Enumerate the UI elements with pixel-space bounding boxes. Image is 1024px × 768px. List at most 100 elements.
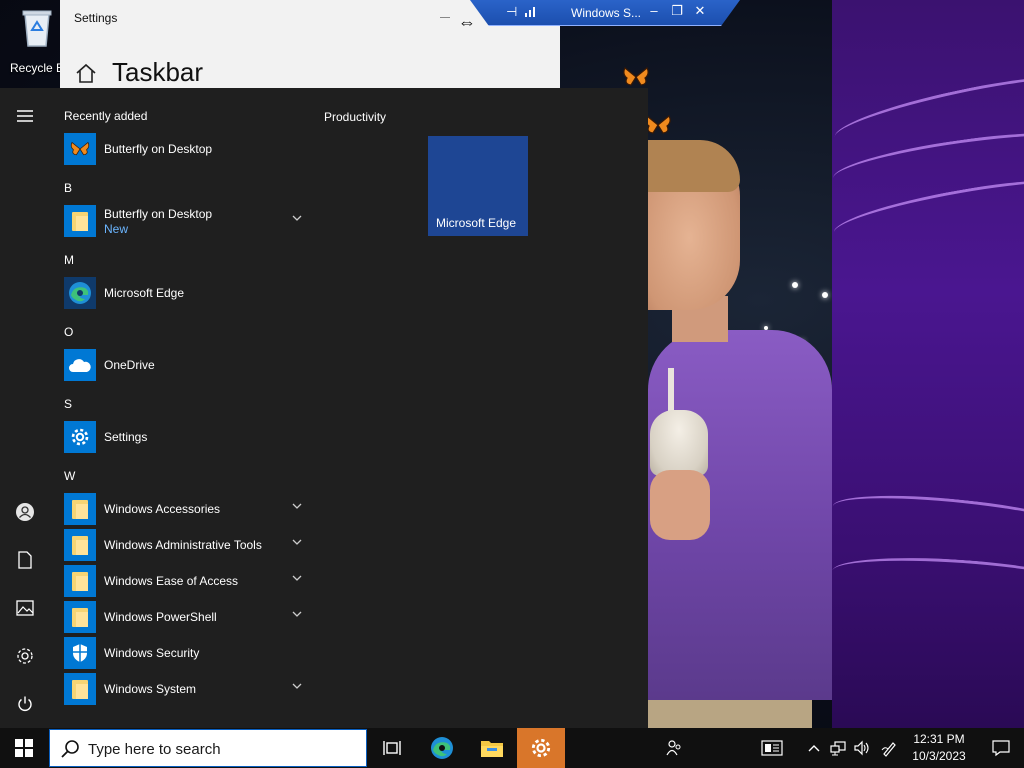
chevron-up-icon[interactable] [804,738,824,758]
app-item-butterfly-folder[interactable]: Butterfly on Desktop New [64,204,304,238]
app-label: Windows Accessories [104,502,221,516]
folder-icon [64,205,96,237]
swoosh [832,550,1024,610]
taskbar: Type here to search 12:31 PM 10/3/2023 [0,728,1024,768]
app-label: OneDrive [104,358,155,372]
remote-title: Windows S... [571,6,642,20]
volume-icon[interactable] [852,738,872,758]
start-button[interactable] [0,728,48,768]
hamburger-menu-icon[interactable] [13,104,37,128]
wallpaper-person-hair [648,140,740,192]
taskbar-edge-button[interactable] [418,728,466,768]
section-letter-s[interactable]: S [64,397,72,411]
power-icon[interactable] [13,692,37,716]
new-badge: New [104,222,129,236]
chevron-down-icon[interactable] [292,681,302,691]
settings-gear-icon[interactable] [13,644,37,668]
search-box[interactable]: Type here to search [49,729,367,767]
section-letter-w[interactable]: W [64,469,75,483]
folder-icon [64,601,96,633]
edge-icon [64,277,96,309]
app-label: Windows PowerShell [104,610,217,624]
app-label: Windows Security [104,646,200,660]
app-item-microsoft-edge[interactable]: Microsoft Edge [64,276,304,310]
chevron-down-icon[interactable] [292,537,302,547]
folder-icon [64,565,96,597]
app-item-windows-system[interactable]: Windows System [64,672,304,706]
task-view-button[interactable] [368,728,416,768]
gear-icon [531,738,551,758]
folder-icon [64,529,96,561]
chevron-down-icon[interactable] [292,213,302,223]
wallpaper-cup [650,410,708,476]
task-view-icon [383,741,401,755]
section-letter-o[interactable]: O [64,325,73,339]
butterfly-icon [623,67,649,86]
settings-window-title: Settings [74,11,118,25]
butterfly-icon [64,133,96,165]
taskbar-file-explorer-button[interactable] [468,728,516,768]
taskbar-settings-button[interactable] [517,728,565,768]
folder-icon [64,673,96,705]
section-letter-b[interactable]: B [64,181,72,195]
notification-icon [992,740,1010,757]
app-item-windows-powershell[interactable]: Windows PowerShell [64,600,304,634]
folder-icon [64,493,96,525]
chevron-down-icon[interactable] [292,609,302,619]
app-item-windows-accessories[interactable]: Windows Accessories [64,492,304,526]
minimize-button[interactable] [440,17,450,18]
tile-group-title[interactable]: Productivity [324,110,386,124]
wallpaper-purple-panel [832,0,1024,728]
people-icon[interactable] [664,738,684,758]
pen-workspace-icon[interactable] [880,738,900,758]
swoosh [832,486,1024,554]
tile-label: Microsoft Edge [436,216,517,230]
edge-icon [431,737,453,759]
remote-close-button[interactable]: ✕ [692,3,708,19]
search-placeholder: Type here to search [88,741,221,758]
app-item-windows-ease-of-access[interactable]: Windows Ease of Access [64,564,304,598]
news-widget-icon[interactable] [760,738,784,758]
start-menu-rail [0,88,50,728]
documents-icon[interactable] [13,548,37,572]
app-item-settings[interactable]: Settings [64,420,304,454]
app-label: Windows Administrative Tools [104,538,262,552]
chevron-down-icon[interactable] [292,573,302,583]
app-label: Settings [104,430,148,444]
app-item-onedrive[interactable]: OneDrive [64,348,304,382]
remote-minimize-button[interactable]: – [646,3,662,18]
app-label: Microsoft Edge [104,286,185,300]
user-account-icon[interactable] [13,500,37,524]
page-title: Taskbar [112,57,204,87]
system-clock[interactable]: 12:31 PM 10/3/2023 [906,731,972,765]
network-icon[interactable] [828,738,848,758]
clock-time: 12:31 PM [913,732,965,746]
chevron-down-icon[interactable] [292,501,302,511]
shield-icon [64,637,96,669]
folder-icon [481,741,503,757]
signal-icon [525,7,535,17]
remote-connection-bar[interactable]: ⊣ Windows S... – ❐ ✕ [470,0,740,26]
recycle-bin-icon [22,10,52,47]
background-light [792,282,798,288]
wallpaper-hand [650,470,710,540]
app-item-windows-administrative-tools[interactable]: Windows Administrative Tools [64,528,304,562]
app-label: Windows System [104,682,197,696]
app-item-windows-security[interactable]: Windows Security [64,636,304,670]
tile-microsoft-edge[interactable]: Microsoft Edge [428,136,528,236]
app-label: Butterfly on Desktop [104,207,213,221]
section-letter-m[interactable]: M [64,253,74,267]
app-label: Windows Ease of Access [104,574,239,588]
wallpaper-legs [648,700,812,728]
resize-cursor-icon: ⇔ [458,12,476,32]
app-label: Butterfly on Desktop [104,142,213,156]
app-list: Recently added Butterfly on Desktop B Bu… [56,88,306,728]
pictures-icon[interactable] [13,596,37,620]
app-item-butterfly-on-desktop[interactable]: Butterfly on Desktop [64,132,304,166]
pin-icon[interactable]: ⊣ [506,4,517,20]
action-center-button[interactable] [978,728,1024,768]
background-light [822,292,828,298]
remote-restore-button[interactable]: ❐ [669,3,685,19]
clock-date: 10/3/2023 [912,749,966,763]
home-icon[interactable] [74,62,98,84]
